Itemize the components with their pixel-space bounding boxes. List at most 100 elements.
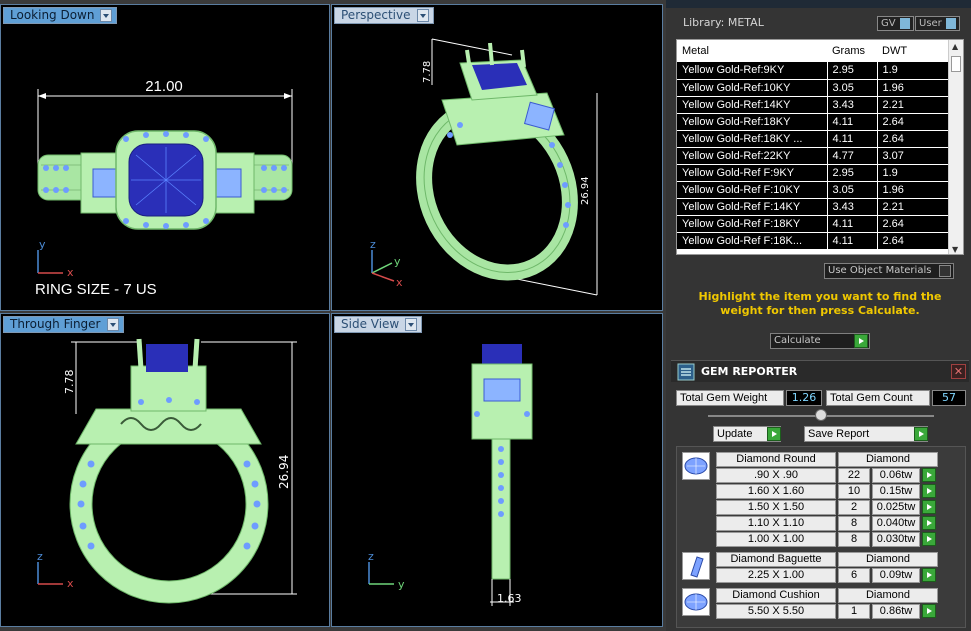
go-arrow-icon[interactable] xyxy=(922,468,936,482)
grams-cell: 2.95 xyxy=(827,164,878,182)
column-header-metal[interactable]: Metal xyxy=(677,40,827,62)
svg-text:y: y xyxy=(398,578,405,591)
dwt-cell: 2.64 xyxy=(877,232,949,250)
gem-count-cell: 2 xyxy=(838,500,870,515)
gem-weight-cell: 0.15tw xyxy=(872,484,920,499)
gem-weight-cell: 0.06tw xyxy=(872,468,920,483)
table-row[interactable]: Yellow Gold-Ref F:9KY 2.95 1.9 xyxy=(677,164,949,182)
grams-cell: 2.95 xyxy=(827,62,878,80)
gem-size-cell: 5.50 X 5.50 xyxy=(716,604,836,619)
table-row[interactable]: Yellow Gold-Ref F:18K... 4.11 2.64 xyxy=(677,232,949,250)
go-arrow-icon[interactable] xyxy=(922,516,936,530)
chevron-down-icon[interactable] xyxy=(405,318,418,331)
chevron-down-icon[interactable] xyxy=(106,318,119,331)
viewport-label-side-view[interactable]: Side View xyxy=(334,316,423,333)
table-row[interactable]: Yellow Gold-Ref:18KY 4.11 2.64 xyxy=(677,113,949,131)
side-view-drawing: 1.63 z y xyxy=(368,344,533,606)
close-icon[interactable]: ✕ xyxy=(951,364,966,379)
update-button[interactable]: Update xyxy=(713,426,781,442)
grams-cell: 4.11 xyxy=(827,113,878,131)
viewport-perspective[interactable]: 7.78 26.94 z y x Perspective xyxy=(331,4,663,311)
gem-size-cell: 1.10 X 1.10 xyxy=(716,516,836,531)
table-row[interactable]: Yellow Gold-Ref F:10KY 3.05 1.96 xyxy=(677,181,949,199)
gem-size-cell: .90 X .90 xyxy=(716,468,836,483)
table-row[interactable]: Yellow Gold-Ref:18KY ... 4.11 2.64 xyxy=(677,130,949,148)
go-arrow-icon[interactable] xyxy=(922,484,936,498)
dwt-cell: 1.9 xyxy=(877,62,949,80)
chevron-down-icon[interactable] xyxy=(100,9,113,22)
axis-x-label: x xyxy=(67,266,74,279)
metal-name-cell: Yellow Gold-Ref F:9KY xyxy=(677,164,828,182)
table-row[interactable]: Yellow Gold-Ref:10KY 3.05 1.96 xyxy=(677,79,949,97)
table-row[interactable]: Yellow Gold-Ref:14KY 3.43 2.21 xyxy=(677,96,949,114)
metal-name-cell: Yellow Gold-Ref F:18K... xyxy=(677,232,828,250)
go-arrow-icon[interactable] xyxy=(854,334,868,348)
gem-weight-cell: 0.030tw xyxy=(872,532,920,547)
total-gem-weight-value: 1.26 xyxy=(786,390,822,406)
svg-text:y: y xyxy=(394,255,401,268)
gem-weight-cell: 0.09tw xyxy=(872,568,920,583)
dwt-cell: 2.64 xyxy=(877,113,949,131)
viewport-looking-down[interactable]: 21.00 y x Looking Down RING SIZE - 7 US xyxy=(0,4,330,311)
metal-name-cell: Yellow Gold-Ref:18KY ... xyxy=(677,130,828,148)
dwt-cell: 3.07 xyxy=(877,147,949,165)
metal-name-cell: Yellow Gold-Ref F:14KY xyxy=(677,198,828,216)
viewport-label-through-finger[interactable]: Through Finger xyxy=(3,316,124,333)
viewport-label-looking-down[interactable]: Looking Down xyxy=(3,7,118,24)
axis-y-label: y xyxy=(39,238,46,251)
grams-cell: 4.11 xyxy=(827,130,878,148)
viewport-side-view[interactable]: 1.63 z y Side View xyxy=(331,313,663,627)
scrollbar-thumb[interactable] xyxy=(951,56,961,72)
gem-weight-cell: 0.025tw xyxy=(872,500,920,515)
width-dimension-label: 21.00 xyxy=(145,78,183,95)
gem-type-header: Diamond Baguette xyxy=(716,552,836,567)
gem-type-header: Diamond Round xyxy=(716,452,836,467)
gem-reporter-header: GEM REPORTER ✕ xyxy=(671,360,969,382)
user-toggle[interactable]: User xyxy=(915,16,960,31)
metal-table[interactable]: Metal Grams DWT Yellow Gold-Ref:9KY 2.95 1… xyxy=(676,39,964,255)
dwt-cell: 2.64 xyxy=(877,130,949,148)
table-row[interactable]: Yellow Gold-Ref:22KY 4.77 3.07 xyxy=(677,147,949,165)
dwt-cell: 1.9 xyxy=(877,164,949,182)
column-header-grams[interactable]: Grams xyxy=(827,40,877,62)
go-arrow-icon[interactable] xyxy=(922,568,936,582)
table-row[interactable]: Yellow Gold-Ref F:18KY 4.11 2.64 xyxy=(677,215,949,233)
looking-down-drawing: 21.00 y x xyxy=(37,78,293,279)
go-arrow-icon[interactable] xyxy=(922,500,936,514)
metal-table-scrollbar[interactable]: ▲ ▼ xyxy=(948,40,963,254)
svg-text:1.63: 1.63 xyxy=(497,592,522,605)
diameter-dimension-label: 26.94 xyxy=(580,176,591,205)
gem-weight-cell: 0.040tw xyxy=(872,516,920,531)
save-report-button[interactable]: Save Report xyxy=(804,426,928,442)
jewelry-cad-app: 21.00 y x Looking Down RING SIZE - 7 US … xyxy=(0,0,971,631)
viewport-through-finger[interactable]: 7.78 26.94 z x Through Finger xyxy=(0,313,330,627)
column-header-dwt[interactable]: DWT xyxy=(877,40,949,62)
scroll-up-icon[interactable]: ▲ xyxy=(952,42,958,51)
grams-cell: 3.05 xyxy=(827,181,878,199)
go-arrow-icon[interactable] xyxy=(914,427,928,441)
table-row[interactable]: Yellow Gold-Ref:9KY 2.95 1.9 xyxy=(677,62,949,80)
gv-toggle[interactable]: GV xyxy=(877,16,914,31)
metal-table-body: Yellow Gold-Ref:9KY 2.95 1.9 Yellow Gold-Re… xyxy=(677,62,949,250)
scroll-down-icon[interactable]: ▼ xyxy=(952,245,958,254)
table-row[interactable]: Yellow Gold-Ref F:14KY 3.43 2.21 xyxy=(677,198,949,216)
grams-cell: 3.43 xyxy=(827,96,878,114)
checkbox-icon[interactable] xyxy=(939,265,951,277)
report-slider-handle[interactable] xyxy=(815,409,827,421)
go-arrow-icon[interactable] xyxy=(922,604,936,618)
svg-text:x: x xyxy=(67,577,74,590)
viewport-label-perspective[interactable]: Perspective xyxy=(334,7,434,24)
chevron-down-icon[interactable] xyxy=(416,9,429,22)
panel-top-strip xyxy=(666,0,971,8)
go-arrow-icon[interactable] xyxy=(922,532,936,546)
gem-type-header: Diamond Cushion xyxy=(716,588,836,603)
use-object-materials-button[interactable]: Use Object Materials xyxy=(824,263,954,279)
calculate-button[interactable]: Calculate xyxy=(770,333,870,349)
grams-cell: 3.43 xyxy=(827,198,878,216)
gem-count-cell: 10 xyxy=(838,484,870,499)
total-gem-count-label: Total Gem Count xyxy=(826,390,930,406)
gem-weight-cell: 0.86tw xyxy=(872,604,920,619)
gem-count-cell: 8 xyxy=(838,516,870,531)
go-arrow-icon[interactable] xyxy=(767,427,781,441)
gem-size-cell: 1.60 X 1.60 xyxy=(716,484,836,499)
